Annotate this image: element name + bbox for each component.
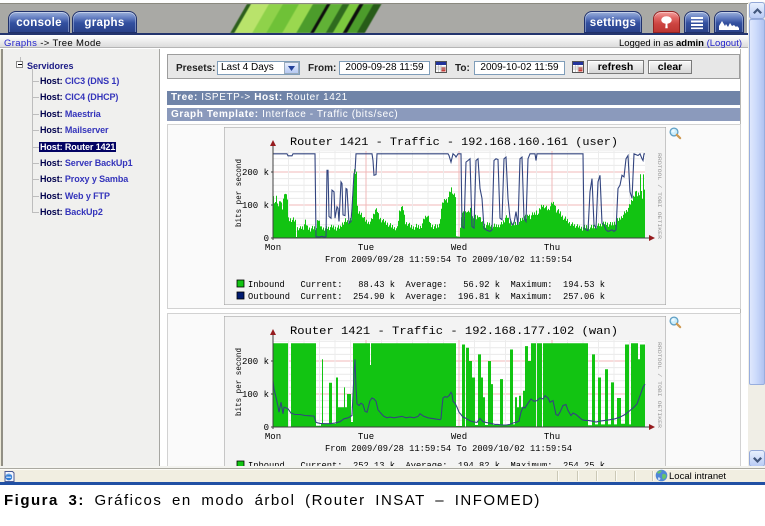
svg-text:From 2009/09/28 11:59:54 To 20: From 2009/09/28 11:59:54 To 2009/10/02 1…: [325, 255, 572, 265]
svg-text:200 k: 200 k: [242, 168, 269, 178]
svg-text:100 k: 100 k: [242, 201, 269, 211]
svg-text:Mon: Mon: [265, 243, 281, 253]
svg-text:Router 1421 - Traffic - 192.16: Router 1421 - Traffic - 192.168.160.161 …: [290, 137, 618, 149]
svg-text:bits per second: bits per second: [234, 159, 244, 227]
svg-text:Inbound Current: 88.43 k: Inbound Current: 88.43 k Average: 56.92 …: [248, 280, 605, 290]
svg-text:Outbound Current: 254.90 k: Outbound Current: 254.90 k Average: 196.…: [248, 292, 605, 302]
svg-text:Tue: Tue: [358, 243, 374, 253]
svg-text:RRDTOOL / TOBI OETIKER: RRDTOOL / TOBI OETIKER: [656, 153, 663, 240]
svg-text:Thu: Thu: [544, 243, 560, 253]
svg-text:Wed: Wed: [451, 243, 467, 253]
